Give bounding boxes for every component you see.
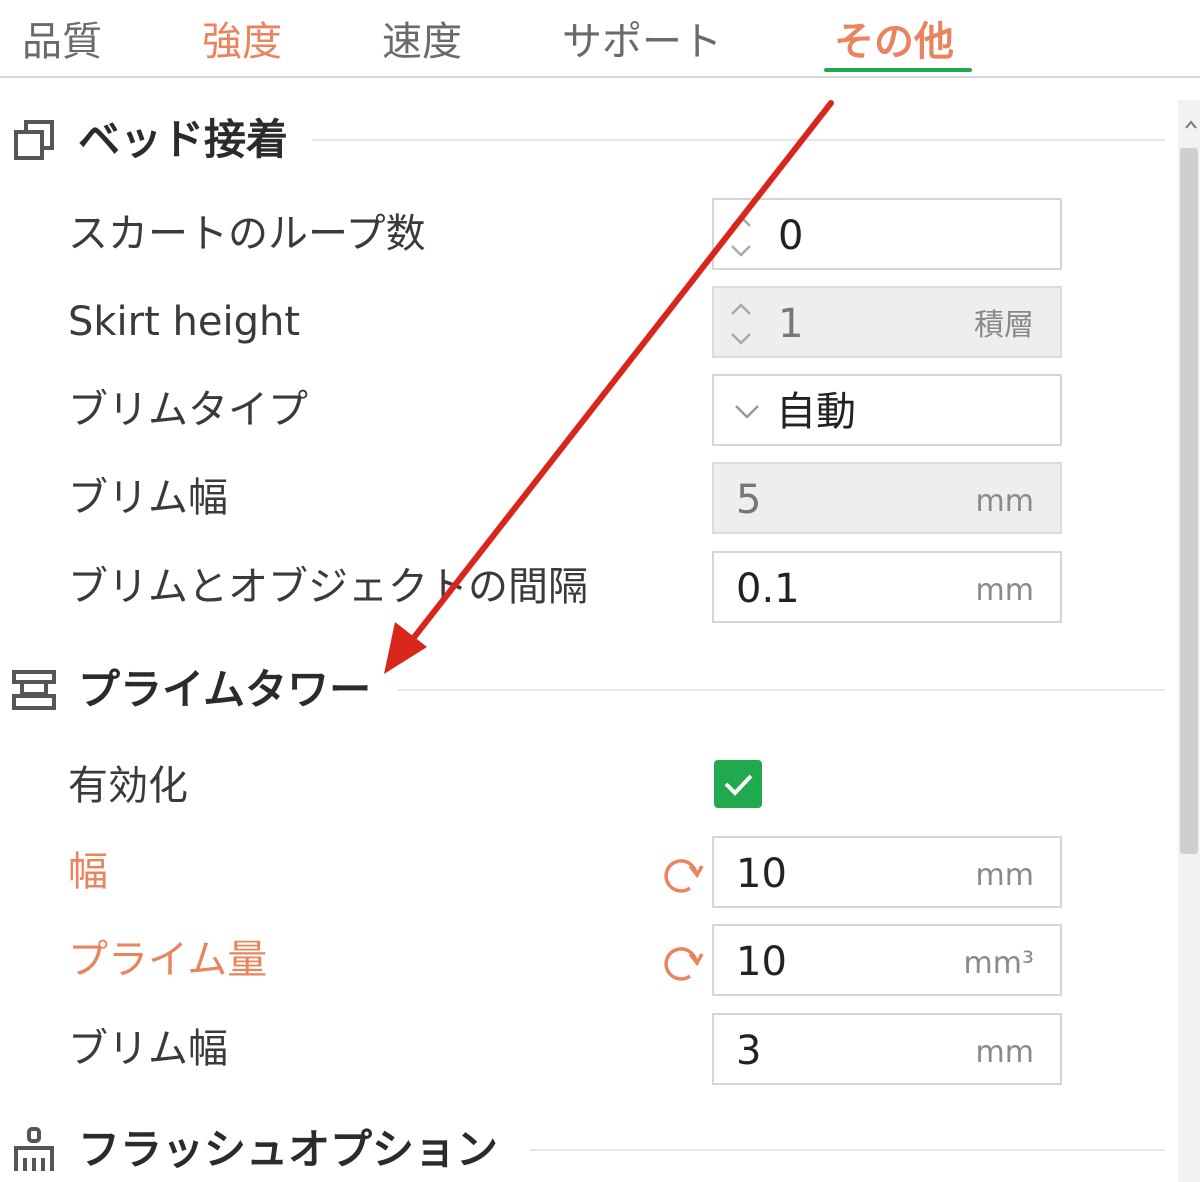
setting-label: ブリム幅 [68, 475, 228, 521]
setting-label: プライム量 [68, 937, 268, 983]
tab-quality[interactable]: 品質 [22, 14, 102, 70]
skirt-height-spinbox: 1 積層 [712, 286, 1062, 358]
settings-tab-bar: 品質 強度 速度 サポート その他 [0, 0, 1200, 80]
tab-support[interactable]: サポート [562, 14, 722, 70]
field-value: 0 [778, 213, 804, 259]
section-divider [312, 139, 1165, 141]
setting-row-brim-width: ブリム幅 5 mm [0, 462, 1070, 534]
section-title: ベッド接着 [78, 115, 289, 164]
tab-bar-divider [0, 76, 1200, 78]
setting-row-prime-volume: プライム量 10 mm³ [0, 924, 1070, 996]
setting-row-prime-tower-enable: 有効化 [0, 750, 1070, 822]
field-value: 自動 [776, 389, 856, 435]
skirt-loops-spinbox[interactable]: 0 [712, 198, 1062, 270]
print-settings-panel: 品質 強度 速度 サポート その他 ベッド接着 スカートのループ数 0 Skir… [0, 0, 1200, 1182]
setting-label: ブリムタイプ [68, 387, 308, 433]
active-tab-indicator [824, 68, 972, 72]
setting-label: Skirt height [68, 299, 301, 345]
tab-others[interactable]: その他 [834, 14, 954, 70]
field-value: 1 [778, 301, 804, 347]
chevron-down-icon [735, 405, 759, 419]
spin-arrows-icon[interactable] [726, 208, 756, 264]
brim-width-input: 5 mm [712, 462, 1062, 534]
bed-adhesion-icon [14, 120, 54, 160]
field-unit: 積層 [974, 308, 1034, 343]
field-unit: mm [975, 484, 1034, 519]
field-unit: mm [975, 1035, 1034, 1070]
prime-tower-width-input[interactable]: 10 mm [712, 836, 1062, 908]
prime-volume-input[interactable]: 10 mm³ [712, 924, 1062, 996]
section-bed-adhesion-header: ベッド接着 [0, 108, 1165, 172]
prime-tower-icon [12, 670, 56, 710]
setting-row-prime-tower-brim-width: ブリム幅 3 mm [0, 1013, 1070, 1085]
setting-label: 幅 [68, 849, 108, 895]
prime-tower-enable-checkbox[interactable] [714, 760, 762, 808]
section-divider [398, 689, 1165, 691]
spin-arrows-icon [731, 303, 751, 345]
flush-brush-icon [14, 1127, 54, 1171]
reset-to-default-icon[interactable] [660, 854, 704, 898]
brim-object-gap-input[interactable]: 0.1 mm [712, 551, 1062, 623]
section-prime-tower-header: プライムタワー [0, 658, 1165, 722]
section-divider [530, 1149, 1165, 1151]
field-unit: mm [975, 573, 1034, 608]
setting-row-prime-tower-width: 幅 10 mm [0, 836, 1070, 908]
field-value: 5 [736, 477, 762, 523]
setting-row-brim-object-gap: ブリムとオブジェクトの間隔 0.1 mm [0, 551, 1070, 623]
setting-label: 有効化 [68, 763, 188, 809]
setting-label: ブリム幅 [68, 1026, 228, 1072]
tab-speed[interactable]: 速度 [382, 14, 462, 70]
section-title: プライムタワー [78, 665, 372, 714]
field-value: 0.1 [736, 566, 800, 612]
setting-label: スカートのループ数 [68, 211, 426, 257]
setting-label: ブリムとオブジェクトの間隔 [68, 564, 588, 610]
checkmark-icon [724, 774, 753, 796]
setting-row-brim-type: ブリムタイプ 自動 [0, 374, 1070, 446]
section-title: フラッシュオプション [78, 1125, 499, 1174]
field-value: 3 [736, 1028, 762, 1074]
reset-to-default-icon[interactable] [660, 942, 704, 986]
field-value: 10 [736, 939, 787, 985]
field-unit: mm [975, 858, 1034, 893]
section-flush-options-header: フラッシュオプション [0, 1118, 1165, 1182]
setting-row-skirt-loops: スカートのループ数 0 [0, 198, 1070, 270]
setting-row-skirt-height: Skirt height 1 積層 [0, 286, 1070, 358]
tab-strength[interactable]: 強度 [202, 14, 282, 70]
vertical-scrollbar-thumb[interactable] [1180, 148, 1198, 854]
prime-tower-brim-width-input[interactable]: 3 mm [712, 1013, 1062, 1085]
brim-type-dropdown[interactable]: 自動 [712, 374, 1062, 446]
field-value: 10 [736, 851, 787, 897]
field-unit: mm³ [963, 946, 1034, 981]
scroll-up-arrow-icon[interactable] [1184, 118, 1198, 132]
